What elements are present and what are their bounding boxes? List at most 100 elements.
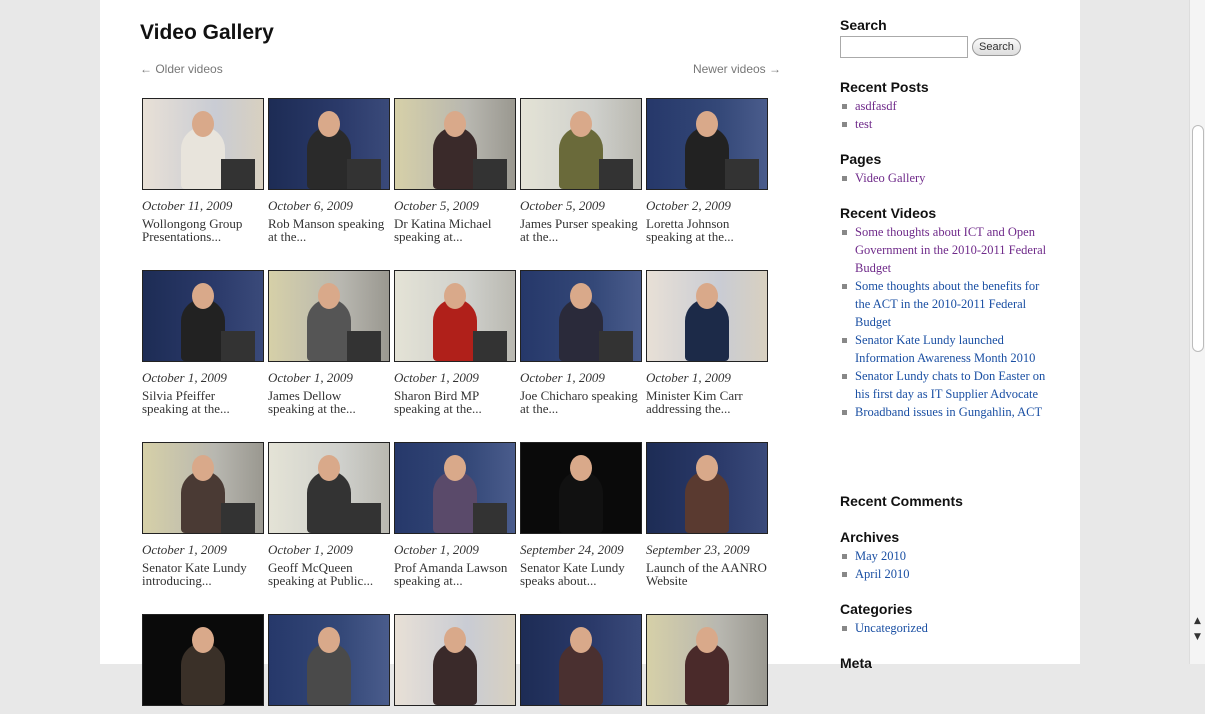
video-item[interactable]: October 11, 2009 Wollongong Group Present… bbox=[142, 98, 264, 243]
video-caption[interactable]: James Dellow speaking at the... bbox=[268, 389, 390, 415]
archives-heading: Archives bbox=[840, 529, 900, 545]
video-thumbnail[interactable] bbox=[142, 98, 264, 190]
recent-comments-heading: Recent Comments bbox=[840, 493, 963, 509]
meta-heading: Meta bbox=[840, 655, 872, 671]
video-item[interactable]: October 1, 2009 Senator Kate Lundy introd… bbox=[142, 442, 264, 587]
video-thumbnail[interactable] bbox=[394, 614, 516, 706]
video-item[interactable] bbox=[268, 614, 390, 714]
video-date: October 1, 2009 bbox=[646, 370, 731, 385]
video-thumbnail[interactable] bbox=[268, 270, 390, 362]
video-caption[interactable]: Dr Katina Michael speaking at... bbox=[394, 217, 516, 243]
category-item: Uncategorized bbox=[840, 619, 928, 637]
video-thumbnail[interactable] bbox=[646, 442, 768, 534]
scroll-up-arrow[interactable]: ▲ bbox=[1190, 616, 1205, 626]
recent-post-link[interactable]: asdfasdf bbox=[855, 99, 897, 113]
video-item[interactable]: October 5, 2009 James Purser speaking at … bbox=[520, 98, 642, 243]
video-item[interactable]: October 2, 2009 Loretta Johnson speaking … bbox=[646, 98, 768, 243]
page-link-video-gallery[interactable]: Video Gallery bbox=[855, 171, 925, 185]
older-videos-link[interactable]: ← Older videos bbox=[140, 62, 223, 76]
video-thumbnail[interactable] bbox=[646, 98, 768, 190]
video-thumbnail[interactable] bbox=[142, 442, 264, 534]
video-item[interactable]: October 6, 2009 Rob Manson speaking at th… bbox=[268, 98, 390, 243]
video-date: October 1, 2009 bbox=[394, 370, 479, 385]
video-thumbnail[interactable] bbox=[268, 98, 390, 190]
video-caption[interactable]: Silvia Pfeiffer speaking at the... bbox=[142, 389, 264, 415]
video-caption[interactable]: Minister Kim Carr addressing the... bbox=[646, 389, 768, 415]
newer-videos-link[interactable]: Newer videos → bbox=[693, 62, 781, 76]
recent-comments-widget: Recent Comments bbox=[840, 493, 963, 509]
pages-heading: Pages bbox=[840, 151, 882, 167]
recent-video-link[interactable]: Some thoughts about ICT and Open Governm… bbox=[855, 225, 1046, 275]
video-thumbnail[interactable] bbox=[394, 98, 516, 190]
video-item[interactable]: October 1, 2009 Geoff McQueen speaking at… bbox=[268, 442, 390, 587]
video-item[interactable]: October 1, 2009 Sharon Bird MP speaking a… bbox=[394, 270, 516, 415]
archive-item: April 2010 bbox=[840, 565, 910, 583]
recent-video-link[interactable]: Some thoughts about the benefits for the… bbox=[855, 279, 1039, 329]
categories-widget: Categories Uncategorized bbox=[840, 601, 928, 637]
video-caption[interactable]: Senator Kate Lundy speaks about... bbox=[520, 561, 642, 587]
video-caption[interactable]: Sharon Bird MP speaking at the... bbox=[394, 389, 516, 415]
video-thumbnail[interactable] bbox=[520, 270, 642, 362]
video-date: September 23, 2009 bbox=[646, 542, 750, 557]
video-item[interactable] bbox=[394, 614, 516, 714]
video-caption[interactable]: Launch of the AANRO Website bbox=[646, 561, 768, 587]
recent-post-item: asdfasdf bbox=[840, 97, 929, 115]
video-caption[interactable]: Joe Chicharo speaking at the... bbox=[520, 389, 642, 415]
video-caption[interactable]: Prof Amanda Lawson speaking at... bbox=[394, 561, 516, 587]
video-date: October 1, 2009 bbox=[142, 370, 227, 385]
archive-link[interactable]: May 2010 bbox=[855, 549, 906, 563]
video-caption[interactable]: Rob Manson speaking at the... bbox=[268, 217, 390, 243]
scroll-down-arrow[interactable]: ▼ bbox=[1190, 632, 1205, 642]
search-input[interactable] bbox=[840, 36, 968, 58]
video-item[interactable] bbox=[142, 614, 264, 714]
video-thumbnail[interactable] bbox=[268, 614, 390, 706]
video-item[interactable]: September 23, 2009 Launch of the AANRO We… bbox=[646, 442, 768, 587]
video-thumbnail[interactable] bbox=[520, 614, 642, 706]
meta-widget: Meta bbox=[840, 655, 872, 671]
recent-post-item: test bbox=[840, 115, 929, 133]
video-item[interactable]: October 1, 2009 Joe Chicharo speaking at … bbox=[520, 270, 642, 415]
video-date: October 6, 2009 bbox=[268, 198, 353, 213]
recent-video-link[interactable]: Senator Kate Lundy launched Information … bbox=[855, 333, 1035, 365]
search-button[interactable]: Search bbox=[972, 38, 1021, 56]
video-thumbnail[interactable] bbox=[268, 442, 390, 534]
search-heading: Search bbox=[840, 17, 887, 33]
video-item[interactable]: October 1, 2009 Minister Kim Carr address… bbox=[646, 270, 768, 415]
recent-post-link[interactable]: test bbox=[855, 117, 872, 131]
video-date: October 11, 2009 bbox=[142, 198, 233, 213]
video-item[interactable]: September 24, 2009 Senator Kate Lundy spe… bbox=[520, 442, 642, 587]
video-thumbnail[interactable] bbox=[646, 614, 768, 706]
recent-video-item: Broadband issues in Gungahlin, ACT bbox=[840, 403, 1050, 421]
archives-widget: Archives May 2010 April 2010 bbox=[840, 529, 910, 583]
archive-link[interactable]: April 2010 bbox=[855, 567, 910, 581]
recent-videos-widget: Recent Videos Some thoughts about ICT an… bbox=[840, 205, 1050, 421]
video-thumbnail[interactable] bbox=[520, 98, 642, 190]
video-item[interactable] bbox=[646, 614, 768, 714]
video-item[interactable]: October 1, 2009 Silvia Pfeiffer speaking … bbox=[142, 270, 264, 415]
video-caption[interactable]: Senator Kate Lundy introducing... bbox=[142, 561, 264, 587]
video-caption[interactable]: Loretta Johnson speaking at the... bbox=[646, 217, 768, 243]
video-caption[interactable]: Geoff McQueen speaking at Public... bbox=[268, 561, 390, 587]
video-thumbnail[interactable] bbox=[142, 614, 264, 706]
archive-item: May 2010 bbox=[840, 547, 910, 565]
video-thumbnail[interactable] bbox=[520, 442, 642, 534]
video-caption[interactable]: James Purser speaking at the... bbox=[520, 217, 642, 243]
video-item[interactable] bbox=[520, 614, 642, 714]
recent-video-link[interactable]: Broadband issues in Gungahlin, ACT bbox=[855, 405, 1042, 419]
video-item[interactable]: October 1, 2009 James Dellow speaking at … bbox=[268, 270, 390, 415]
video-item[interactable]: October 1, 2009 Prof Amanda Lawson speaki… bbox=[394, 442, 516, 587]
video-caption[interactable]: Wollongong Group Presentations... bbox=[142, 217, 264, 243]
video-thumbnail[interactable] bbox=[394, 442, 516, 534]
category-link[interactable]: Uncategorized bbox=[855, 621, 928, 635]
recent-video-item: Senator Lundy chats to Don Easter on his… bbox=[840, 367, 1050, 403]
video-date: October 1, 2009 bbox=[268, 370, 353, 385]
video-thumbnail[interactable] bbox=[394, 270, 516, 362]
vertical-scrollbar[interactable]: ▲ ▼ bbox=[1189, 0, 1205, 664]
video-thumbnail[interactable] bbox=[142, 270, 264, 362]
categories-heading: Categories bbox=[840, 601, 913, 617]
video-item[interactable]: October 5, 2009 Dr Katina Michael speakin… bbox=[394, 98, 516, 243]
scrollbar-thumb[interactable] bbox=[1192, 125, 1204, 352]
recent-video-link[interactable]: Senator Lundy chats to Don Easter on his… bbox=[855, 369, 1045, 401]
recent-posts-widget: Recent Posts asdfasdf test bbox=[840, 79, 929, 133]
video-thumbnail[interactable] bbox=[646, 270, 768, 362]
